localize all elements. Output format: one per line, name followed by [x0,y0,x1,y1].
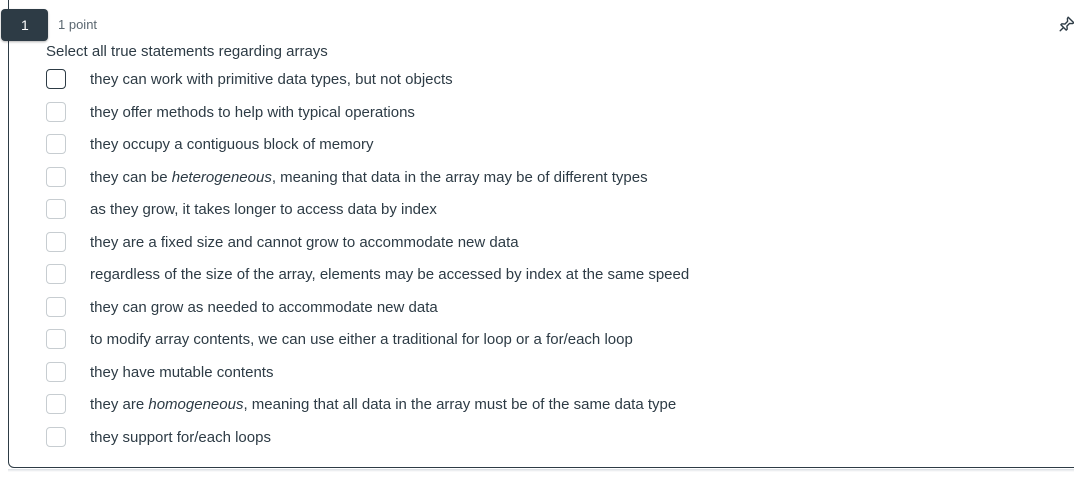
answer-checkbox[interactable] [46,264,66,284]
answer-option-emphasis: heterogeneous [171,168,272,186]
answer-option-text: they are [90,396,149,413]
answer-checkbox[interactable] [46,361,66,382]
answer-option-label: as they grow, it takes longer to access … [90,201,437,218]
answer-checkbox[interactable] [46,231,66,252]
answer-option-label: to modify array contents, we can use eit… [90,331,633,348]
answer-option-emphasis: homogeneous [148,396,244,413]
answer-checkbox[interactable] [46,199,66,219]
answer-option-label: they offer methods to help with typical … [90,104,415,121]
answer-option-text: they occupy a contiguous block of memory [90,136,374,153]
card-shadow [8,469,1074,472]
question-prompt: Select all true statements regarding arr… [46,43,328,60]
question-number-badge: 1 [1,9,48,41]
answer-option-text: they can be [90,168,172,186]
answer-option-text: they can grow as needed to accommodate n… [90,298,438,316]
answer-option-label: they can be heterogeneous, meaning that … [90,169,648,186]
answer-checkbox[interactable] [46,329,66,349]
answer-option-text: they have mutable contents [90,363,274,381]
answer-checkbox[interactable] [46,296,66,317]
answer-checkbox[interactable] [46,394,66,414]
answer-option-text: they offer methods to help with typical … [90,103,415,121]
answer-checkbox[interactable] [46,69,66,89]
answer-option-label: they are homogeneous, meaning that all d… [90,396,676,413]
answer-option-label: they occupy a contiguous block of memory [90,136,373,153]
answer-checkbox[interactable] [46,426,66,447]
answer-option-text: as they grow, it takes longer to access … [90,201,437,218]
answer-option-text-tail: , meaning that data in the array may be … [271,168,648,186]
answer-option-label: they support for/each loops [90,429,271,446]
question-points: 1 point [58,17,98,32]
answer-checkbox[interactable] [46,134,66,154]
answer-option-text: regardless of the size of the array, ele… [90,266,690,283]
answer-option-text: to modify array contents, we can use eit… [90,331,633,348]
answer-option-text-tail: , meaning that all data in the array mus… [243,396,677,413]
answer-option-label: they are a fixed size and cannot grow to… [90,234,519,251]
answer-option-label: they can work with primitive data types,… [90,71,453,88]
answer-checkbox[interactable] [46,101,66,122]
answer-checkbox[interactable] [46,166,66,187]
answer-option-label: they can grow as needed to accommodate n… [90,299,438,316]
answer-option-text: they support for/each loops [90,428,271,446]
pin-icon[interactable] [1058,15,1074,33]
answer-option-text: they can work with primitive data types,… [90,71,453,88]
answer-option-label: regardless of the size of the array, ele… [90,266,689,283]
answer-option-text: they are a fixed size and cannot grow to… [90,233,519,251]
answer-option-label: they have mutable contents [90,364,273,381]
